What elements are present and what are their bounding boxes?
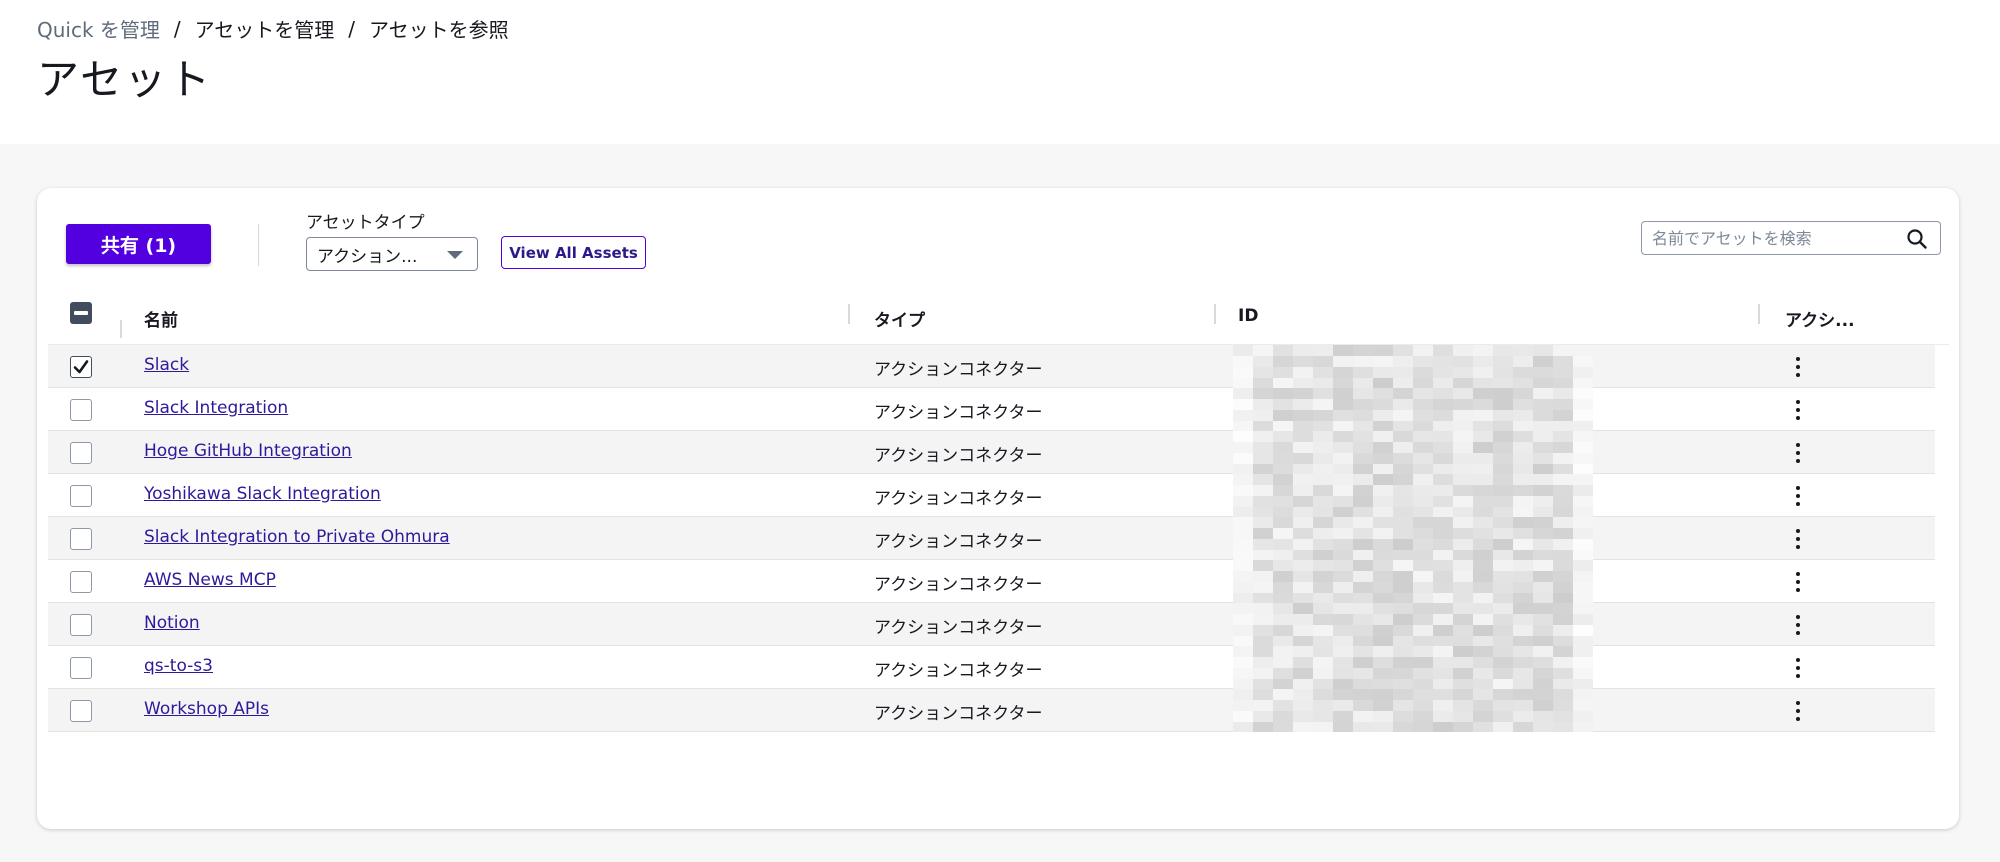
row-checkbox[interactable]: [70, 485, 92, 507]
asset-name-link[interactable]: Slack: [144, 355, 189, 375]
breadcrumb: Quick を管理 / アセットを管理 / アセットを参照: [37, 14, 509, 43]
row-checkbox[interactable]: [70, 700, 92, 722]
asset-type-select[interactable]: アクション...: [306, 237, 478, 271]
search-input[interactable]: [1642, 223, 1892, 253]
asset-name-link[interactable]: Hoge GitHub Integration: [144, 441, 352, 461]
asset-name-link[interactable]: Yoshikawa Slack Integration: [144, 484, 381, 504]
column-resizer[interactable]: [1214, 304, 1216, 324]
more-vertical-icon[interactable]: [1788, 613, 1808, 637]
column-header-name[interactable]: 名前: [144, 306, 178, 331]
asset-name-link[interactable]: Workshop APIs: [144, 699, 269, 719]
breadcrumb-separator: /: [173, 16, 181, 41]
breadcrumb-item-manage-quick[interactable]: Quick を管理: [37, 14, 160, 43]
row-checkbox[interactable]: [70, 442, 92, 464]
breadcrumb-item-manage-assets[interactable]: アセットを管理: [195, 14, 335, 43]
asset-type-cell: アクションコネクター: [874, 489, 1043, 509]
breadcrumb-item-browse-assets: アセットを参照: [369, 18, 509, 42]
redacted-pixel-block: [1233, 689, 1593, 733]
table-row: Workshop APIs アクションコネクター: [48, 689, 1935, 733]
row-checkbox[interactable]: [70, 399, 92, 421]
redacted-pixel-block: [1233, 431, 1593, 475]
asset-name-link[interactable]: AWS News MCP: [144, 570, 276, 590]
asset-name-link[interactable]: Notion: [144, 613, 200, 633]
checkmark-icon: [73, 360, 89, 374]
asset-type-cell: アクションコネクター: [874, 446, 1043, 466]
assets-table: 名前 タイプ ID アクシ... Slack アクションコネクター Slack In…: [48, 290, 1949, 733]
more-vertical-icon[interactable]: [1788, 441, 1808, 465]
page-header: Quick を管理 / アセットを管理 / アセットを参照 アセット: [0, 0, 2000, 144]
select-all-checkbox[interactable]: [70, 302, 92, 324]
table-row: Slack アクションコネクター: [48, 345, 1935, 389]
table-row: Slack Integration to Private Ohmura アクション…: [48, 517, 1935, 561]
table-row: Yoshikawa Slack Integration アクションコネクター: [48, 474, 1935, 518]
more-vertical-icon[interactable]: [1788, 484, 1808, 508]
row-checkbox[interactable]: [70, 657, 92, 679]
redacted-id-cell: [1233, 517, 1593, 561]
redacted-id-cell: [1233, 431, 1593, 475]
redacted-pixel-block: [1233, 388, 1593, 432]
asset-name-link[interactable]: qs-to-s3: [144, 656, 213, 676]
column-header-actions: アクシ...: [1785, 311, 1855, 331]
table-row: AWS News MCP アクションコネクター: [48, 560, 1935, 604]
row-checkbox[interactable]: [70, 571, 92, 593]
redacted-pixel-block: [1233, 603, 1593, 647]
redacted-pixel-block: [1233, 646, 1593, 690]
row-checkbox[interactable]: [70, 614, 92, 636]
table-row: qs-to-s3 アクションコネクター: [48, 646, 1935, 690]
redacted-pixel-block: [1233, 517, 1593, 561]
row-checkbox[interactable]: [70, 356, 92, 378]
redacted-id-cell: [1233, 388, 1593, 432]
toolbar-divider: [258, 224, 259, 266]
asset-type-cell: アクションコネクター: [874, 532, 1043, 552]
view-all-assets-button[interactable]: View All Assets: [501, 236, 646, 269]
redacted-id-cell: [1233, 646, 1593, 690]
more-vertical-icon[interactable]: [1788, 656, 1808, 680]
asset-type-label: アセットタイプ: [306, 213, 425, 233]
asset-type-cell: アクションコネクター: [874, 661, 1043, 681]
column-header-id[interactable]: ID: [1238, 306, 1258, 326]
search-icon[interactable]: [1906, 228, 1928, 250]
assets-card: 共有 (1) アセットタイプ アクション... View All Assets …: [37, 188, 1959, 829]
redacted-id-cell: [1233, 345, 1593, 389]
asset-type-cell: アクションコネクター: [874, 403, 1043, 423]
more-vertical-icon[interactable]: [1788, 355, 1808, 379]
redacted-pixel-block: [1233, 345, 1593, 389]
caret-down-icon: [447, 251, 463, 259]
page-title: アセット: [37, 55, 213, 104]
table-row: Hoge GitHub Integration アクションコネクター: [48, 431, 1935, 475]
column-resizer[interactable]: [848, 304, 850, 324]
breadcrumb-separator: /: [348, 16, 356, 41]
more-vertical-icon[interactable]: [1788, 699, 1808, 723]
redacted-id-cell: [1233, 560, 1593, 604]
redacted-id-cell: [1233, 603, 1593, 647]
table-body: Slack アクションコネクター Slack Integration アクションコネク…: [48, 345, 1949, 733]
redacted-pixel-block: [1233, 560, 1593, 604]
column-resizer[interactable]: [120, 320, 122, 338]
table-row: Notion アクションコネクター: [48, 603, 1935, 647]
asset-type-cell: アクションコネクター: [874, 618, 1043, 638]
asset-name-link[interactable]: Slack Integration: [144, 398, 288, 418]
column-header-type[interactable]: タイプ: [874, 306, 925, 331]
redacted-id-cell: [1233, 689, 1593, 733]
asset-type-cell: アクションコネクター: [874, 575, 1043, 595]
redacted-id-cell: [1233, 474, 1593, 518]
search-box: [1641, 221, 1941, 255]
asset-type-cell: アクションコネクター: [874, 704, 1043, 724]
share-button[interactable]: 共有 (1): [66, 224, 211, 264]
redacted-pixel-block: [1233, 474, 1593, 518]
more-vertical-icon[interactable]: [1788, 570, 1808, 594]
more-vertical-icon[interactable]: [1788, 527, 1808, 551]
asset-name-link[interactable]: Slack Integration to Private Ohmura: [144, 527, 450, 547]
table-row: Slack Integration アクションコネクター: [48, 388, 1935, 432]
row-checkbox[interactable]: [70, 528, 92, 550]
asset-type-cell: アクションコネクター: [874, 360, 1043, 380]
column-resizer[interactable]: [1758, 304, 1760, 324]
table-header: 名前 タイプ ID アクシ...: [48, 290, 1949, 345]
more-vertical-icon[interactable]: [1788, 398, 1808, 422]
asset-type-value: アクション...: [317, 246, 418, 267]
